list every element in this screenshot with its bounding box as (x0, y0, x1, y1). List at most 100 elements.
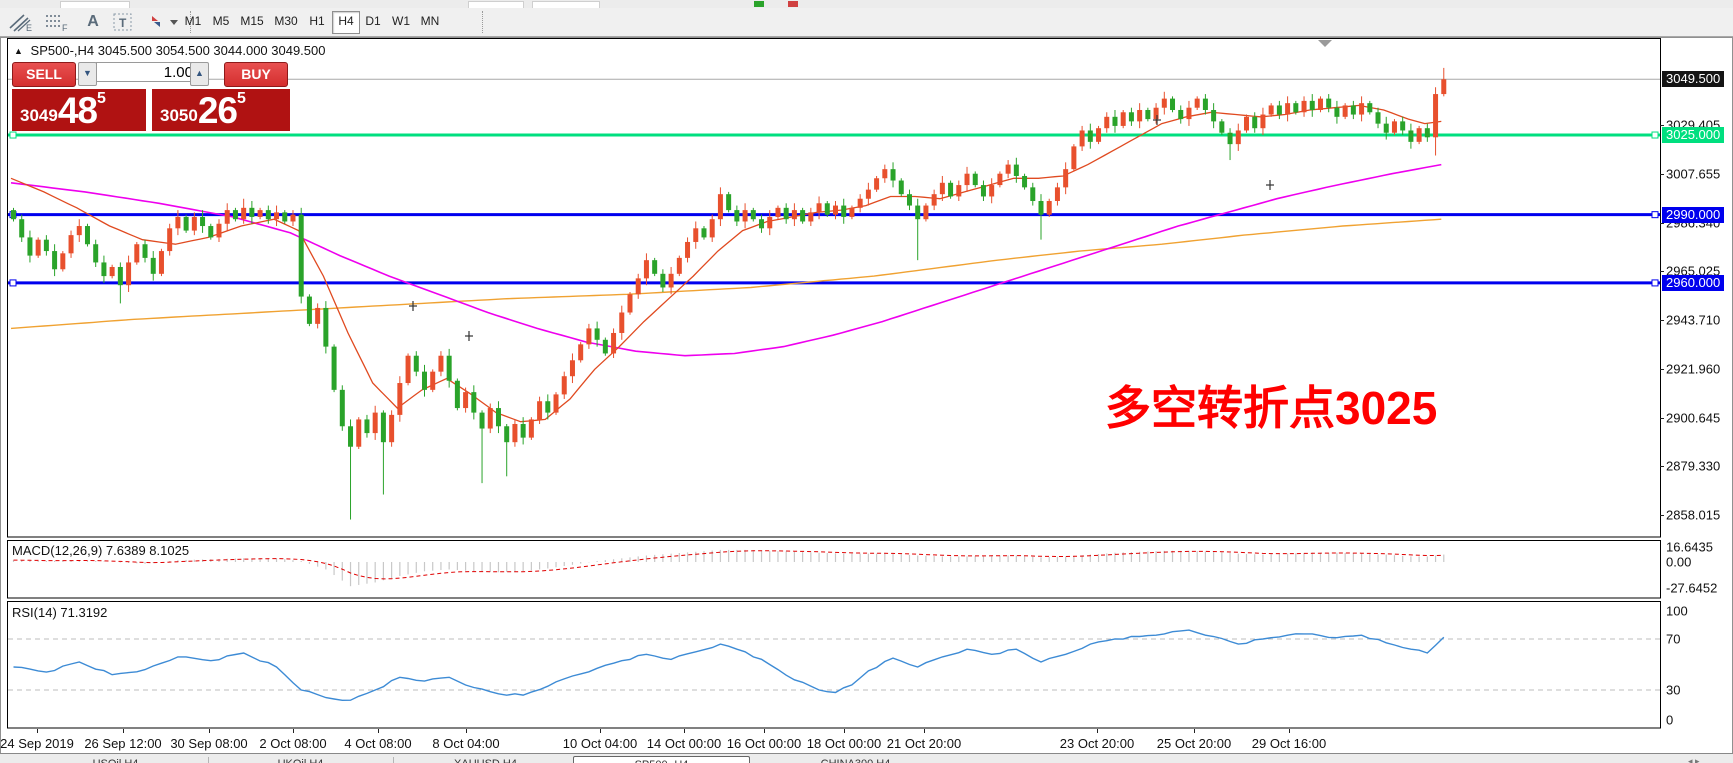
macd-axis-label: -27.6452 (1666, 580, 1717, 595)
time-axis-label: 8 Oct 04:00 (432, 736, 499, 751)
sell-button[interactable]: SELL (12, 62, 76, 87)
arrow-objects-icon[interactable] (146, 10, 184, 34)
price-tick (1660, 418, 1664, 419)
buy-price-big: 26 (198, 93, 237, 129)
timeframe-button-m15[interactable]: M15 (236, 11, 268, 32)
time-axis-label: 29 Oct 16:00 (1252, 736, 1326, 751)
time-tick (378, 729, 379, 733)
price-tick (1660, 320, 1664, 321)
time-tick (1194, 729, 1195, 733)
text-label-icon[interactable]: A (80, 10, 106, 34)
collapse-triangle-icon[interactable]: ▲ (14, 46, 23, 56)
text-box-icon[interactable]: T (112, 10, 142, 34)
buy-button[interactable]: BUY (224, 62, 288, 87)
price-tick-label: 2921.960 (1666, 362, 1720, 377)
rsi-axis-label: 30 (1666, 683, 1680, 698)
volume-down-button[interactable]: ▼ (78, 62, 97, 86)
equidistant-channel-icon[interactable]: E (8, 10, 40, 34)
time-axis-label: 10 Oct 04:00 (563, 736, 637, 751)
price-tick (1660, 223, 1664, 224)
symbol-tab-sp500-[interactable]: SP500-,H4 (573, 756, 750, 763)
price-tick (1660, 466, 1664, 467)
trading-platform-window: E F A T M1M5M15M30H1H4D1 (0, 0, 1733, 763)
time-axis-label: 2 Oct 08:00 (259, 736, 326, 751)
sell-price-big: 48 (58, 93, 97, 129)
symbol-tab-usoil[interactable]: USOil,H4 (28, 756, 203, 763)
toolbar-separator (482, 11, 484, 33)
time-tick (844, 729, 845, 733)
current-price-badge: 3049.500 (1662, 71, 1724, 87)
price-tick (1660, 174, 1664, 175)
sell-price-prefix: 3049 (20, 103, 58, 129)
time-tick (1289, 729, 1290, 733)
tab-scroll-arrows[interactable]: ◂ ▸ (1688, 756, 1700, 763)
price-tick (1660, 125, 1664, 126)
drawing-toolbar: E F A T M1M5M15M30H1H4D1 (0, 8, 1733, 37)
time-tick (1097, 729, 1098, 733)
price-tick-label: 2900.645 (1666, 410, 1720, 425)
tab-separator (393, 757, 394, 763)
symbol-tab-ukoil[interactable]: UKOil,H4 (213, 756, 388, 763)
timeframe-button-m5[interactable]: M5 (208, 11, 234, 32)
time-tick (466, 729, 467, 733)
price-tick (1660, 515, 1664, 516)
price-tick-label: 2858.015 (1666, 507, 1720, 522)
chart-annotation-text[interactable]: 多空转折点3025 (1105, 372, 1437, 438)
time-tick (123, 729, 124, 733)
fibonacci-retracement-icon[interactable]: F (44, 10, 76, 34)
rsi-axis-label: 70 (1666, 632, 1680, 647)
time-tick (293, 729, 294, 733)
timeframe-button-d1[interactable]: D1 (360, 11, 386, 32)
macd-label: MACD(12,26,9) 7.6389 8.1025 (12, 543, 189, 558)
rsi-label: RSI(14) 71.3192 (12, 605, 107, 620)
symbol-tab-bar: USOil,H4 UKOil,H4 XAUUSD,H4SP500-,H4 CHINA3… (0, 753, 1733, 763)
time-tick (209, 729, 210, 733)
time-tick (37, 729, 38, 733)
chart-header: ▲ SP500-,H4 3045.500 3054.500 3044.000 3… (14, 43, 326, 58)
time-axis-label: 25 Oct 20:00 (1157, 736, 1231, 751)
volume-input[interactable] (96, 62, 198, 82)
buy-price-sup: 5 (237, 91, 246, 107)
volume-up-button[interactable]: ▲ (190, 62, 209, 86)
timeframe-button-m1[interactable]: M1 (180, 11, 206, 32)
timeframe-button-h4[interactable]: H4 (332, 11, 360, 34)
time-tick (764, 729, 765, 733)
sell-price-sup: 5 (97, 91, 106, 107)
rsi-axis-label: 0 (1666, 713, 1673, 728)
rsi-axis-label: 100 (1666, 604, 1688, 619)
buy-quote-panel[interactable]: 3050 26 5 (152, 89, 290, 131)
macd-indicator-panel[interactable] (0, 540, 1733, 599)
clipped-green-icon (754, 1, 764, 7)
clipped-red-icon (788, 1, 798, 7)
time-axis-label: 4 Oct 08:00 (344, 736, 411, 751)
time-tick (684, 729, 685, 733)
level-3025-badge: 3025.000 (1662, 127, 1724, 143)
price-tick-label: 3007.655 (1666, 167, 1720, 182)
price-tick (1660, 271, 1664, 272)
timeframe-button-mn[interactable]: MN (416, 11, 444, 32)
level-2990-badge: 2990.000 (1662, 207, 1724, 223)
time-axis-label: 23 Oct 20:00 (1060, 736, 1134, 751)
price-tick-label: 2879.330 (1666, 459, 1720, 474)
ohlc-values: 3045.500 3054.500 3044.000 3049.500 (98, 43, 326, 58)
symbol-tab-xauusd[interactable]: XAUUSD,H4 (398, 756, 573, 763)
timeframe-button-m30[interactable]: M30 (270, 11, 302, 32)
macd-axis-label: 0.00 (1666, 555, 1691, 570)
svg-text:F: F (62, 23, 68, 32)
time-axis-label: 16 Oct 00:00 (727, 736, 801, 751)
macd-axis-label: 16.6435 (1666, 540, 1713, 555)
price-tick-label: 2943.710 (1666, 312, 1720, 327)
time-axis-label: 21 Oct 20:00 (887, 736, 961, 751)
time-axis-label: 18 Oct 00:00 (807, 736, 881, 751)
timeframe-button-w1[interactable]: W1 (388, 11, 414, 32)
timeframe-button-h1[interactable]: H1 (304, 11, 330, 32)
rsi-indicator-panel[interactable] (0, 601, 1733, 729)
symbol-tab-china300[interactable]: CHINA300,H4 (758, 756, 953, 763)
sell-quote-panel[interactable]: 3049 48 5 (12, 89, 146, 131)
buy-price-prefix: 3050 (160, 103, 198, 129)
time-axis-label: 24 Sep 2019 (0, 736, 74, 751)
level-2960-badge: 2960.000 (1662, 275, 1724, 291)
symbol-timeframe-label: SP500-,H4 (31, 43, 95, 58)
svg-text:T: T (119, 16, 127, 30)
price-tick (1660, 369, 1664, 370)
